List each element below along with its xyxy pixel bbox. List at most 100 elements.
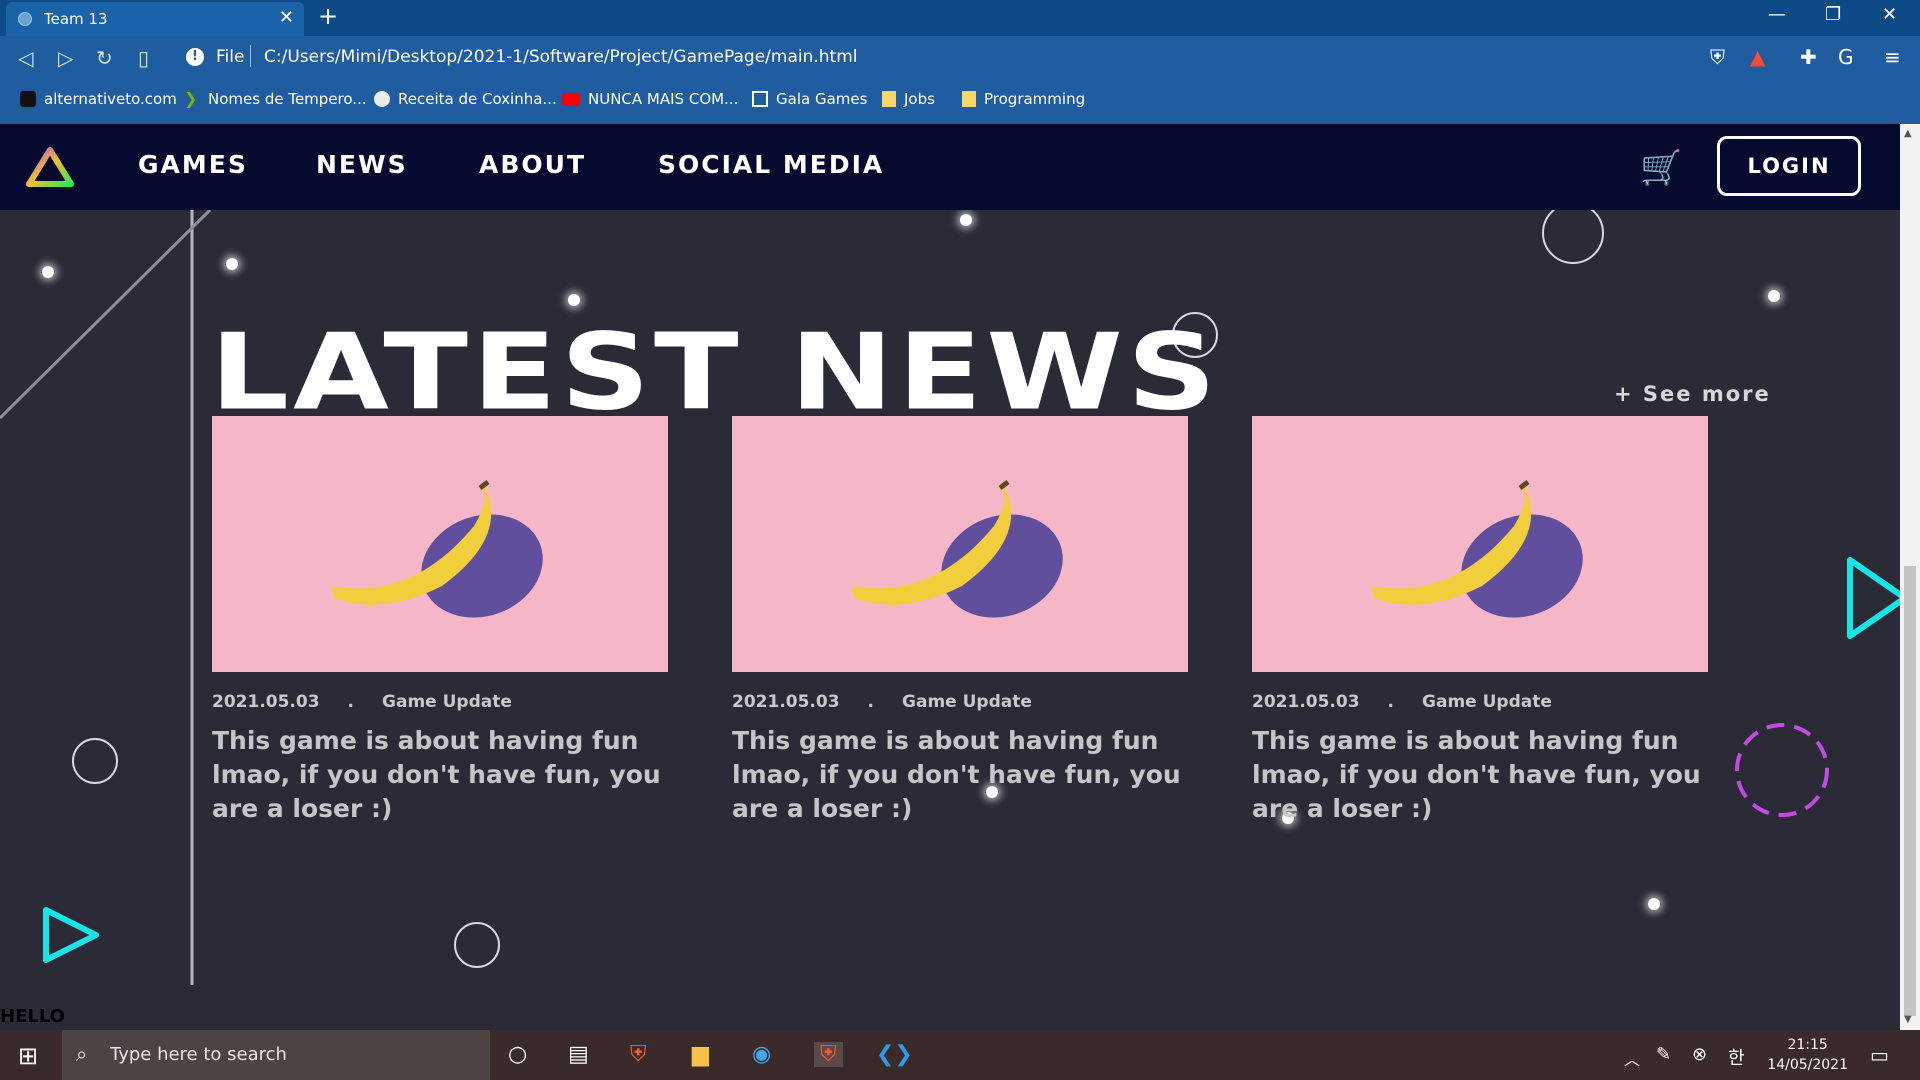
- scrollbar-thumb[interactable]: [1904, 566, 1916, 1016]
- bookmark-item-gala-games[interactable]: Gala Games: [752, 90, 867, 108]
- taskbar-clock[interactable]: 21:15 14/05/2021: [1767, 1035, 1848, 1075]
- bookmark-item-coxinha[interactable]: Receita de Coxinha...: [374, 90, 557, 108]
- folder-icon: [882, 91, 896, 107]
- search-placeholder: Type here to search: [110, 1044, 287, 1065]
- card-date: 2021.05.03: [732, 692, 840, 712]
- back-icon[interactable]: ◁: [18, 46, 33, 70]
- file-explorer-icon[interactable]: ▆: [692, 1042, 709, 1067]
- cortana-icon[interactable]: ○: [508, 1042, 527, 1067]
- brave-browser-icon[interactable]: ⛨: [630, 1042, 647, 1067]
- task-view-icon[interactable]: ▤: [568, 1042, 589, 1067]
- info-icon[interactable]: !: [186, 48, 204, 66]
- url-field[interactable]: C:/Users/Mimi/Desktop/2021-1/Software/Pr…: [264, 47, 858, 67]
- bookmark-label: Programming: [984, 90, 1086, 108]
- profile-icon[interactable]: G: [1838, 45, 1854, 69]
- deco-ring: [454, 922, 500, 968]
- chef-icon: [374, 91, 390, 107]
- card-description: This game is about having fun lmao, if y…: [732, 726, 1181, 823]
- bookmark-item-temperos[interactable]: ❯ Nomes de Tempero...: [184, 90, 367, 108]
- close-window-button[interactable]: ✕: [1882, 4, 1897, 25]
- bookmark-item-alternativeto[interactable]: alternativeto.com: [20, 90, 177, 108]
- reload-icon[interactable]: ↻: [96, 46, 113, 70]
- card-date: 2021.05.03: [212, 692, 320, 712]
- nav-news[interactable]: NEWS: [316, 150, 408, 179]
- folder-icon: [962, 91, 976, 107]
- windows-taskbar: ⊞ ⌕ Type here to search ○ ▤ ⛨ ▆ ◉ ⛨ ❮❯ ︿…: [0, 1030, 1920, 1080]
- scroll-down-icon[interactable]: ▼: [1904, 1014, 1912, 1025]
- card-category: Game Update: [902, 692, 1032, 712]
- site-header: GAMES NEWS ABOUT SOCIAL MEDIA 🛒 LOGIN: [0, 124, 1900, 210]
- extensions-icon[interactable]: ✚: [1800, 45, 1817, 69]
- menu-icon[interactable]: ≡: [1884, 45, 1901, 69]
- taskbar-search[interactable]: ⌕ Type here to search: [62, 1030, 490, 1080]
- chevron-green-icon: ❯: [184, 89, 198, 108]
- sparkle-dot: [960, 214, 972, 226]
- login-button[interactable]: LOGIN: [1717, 136, 1861, 196]
- restore-button[interactable]: ❐: [1825, 4, 1841, 25]
- card-description: This game is about having fun lmao, if y…: [1252, 726, 1701, 823]
- brave-rewards-icon[interactable]: ▲: [1750, 45, 1765, 69]
- close-tab-icon[interactable]: ✕: [279, 7, 294, 28]
- sparkle-dot: [1648, 898, 1660, 910]
- edge-icon[interactable]: ◉: [752, 1042, 771, 1067]
- keyboard-ime-icon[interactable]: 한: [1728, 1044, 1745, 1070]
- news-section: LATEST NEWS + See more 2021.05.03 . Game…: [0, 210, 1900, 1030]
- url-divider: [250, 45, 251, 67]
- url-scheme: File: [216, 47, 245, 67]
- sparkle-dot: [1768, 290, 1780, 302]
- search-icon: ⌕: [76, 1042, 88, 1066]
- windows-start-icon[interactable]: ⊞: [18, 1042, 38, 1070]
- address-bar-row: ◁ ▷ ↻ ▯ ! File C:/Users/Mimi/Desktop/202…: [0, 36, 1920, 97]
- card-category: Game Update: [382, 692, 512, 712]
- alternativeto-icon: [20, 91, 36, 107]
- notifications-icon[interactable]: ▭: [1870, 1043, 1889, 1067]
- tray-chevron-icon[interactable]: ︿: [1624, 1046, 1640, 1070]
- cart-icon[interactable]: 🛒: [1640, 148, 1682, 188]
- bookmark-label: Receita de Coxinha...: [398, 90, 557, 108]
- network-off-icon[interactable]: ⊗: [1692, 1044, 1707, 1065]
- page-scrollbar[interactable]: ▲ ▼: [1900, 124, 1920, 1030]
- banana-image: [732, 416, 1188, 672]
- card-separator: .: [347, 692, 355, 712]
- card-category: Game Update: [1422, 692, 1552, 712]
- browser-tab[interactable]: Team 13 ✕: [6, 2, 304, 36]
- news-card[interactable]: 2021.05.03 . Game Update This game is ab…: [212, 416, 668, 826]
- nav-about[interactable]: ABOUT: [479, 150, 586, 179]
- nav-games[interactable]: GAMES: [138, 150, 248, 179]
- bookmark-label: Jobs: [904, 90, 935, 108]
- bookmark-label: Nomes de Tempero...: [208, 90, 367, 108]
- bookmark-item-nunca-mais[interactable]: NUNCA MAIS COM...: [562, 90, 738, 108]
- nav-social-media[interactable]: SOCIAL MEDIA: [658, 150, 884, 179]
- triangle-logo-icon[interactable]: [26, 146, 74, 188]
- new-tab-button[interactable]: +: [318, 2, 338, 30]
- brave-active-icon[interactable]: ⛨: [814, 1042, 843, 1067]
- card-meta: 2021.05.03 . Game Update: [212, 692, 668, 712]
- scroll-up-icon[interactable]: ▲: [1904, 128, 1912, 139]
- card-separator: .: [1387, 692, 1395, 712]
- news-card[interactable]: 2021.05.03 . Game Update This game is ab…: [1252, 416, 1708, 826]
- pen-icon[interactable]: ✎: [1656, 1044, 1671, 1065]
- see-more-link[interactable]: + See more: [1614, 382, 1771, 406]
- bookmark-label: NUNCA MAIS COM...: [588, 90, 739, 108]
- bookmark-icon[interactable]: ▯: [138, 46, 149, 70]
- card-separator: .: [867, 692, 875, 712]
- banana-image: [212, 416, 668, 672]
- sparkle-dot: [226, 258, 238, 270]
- card-meta: 2021.05.03 . Game Update: [1252, 692, 1708, 712]
- vscode-icon[interactable]: ❮❯: [876, 1042, 913, 1067]
- deco-ring: [72, 738, 118, 784]
- cube-icon: [752, 91, 768, 107]
- browser-tab-strip: Team 13 ✕ + — ❐ ✕: [0, 0, 1920, 36]
- forward-icon[interactable]: ▷: [58, 46, 73, 70]
- card-date: 2021.05.03: [1252, 692, 1360, 712]
- bookmark-label: alternativeto.com: [44, 90, 177, 108]
- minimize-button[interactable]: —: [1768, 4, 1786, 25]
- bookmark-label: Gala Games: [776, 90, 868, 108]
- news-card[interactable]: 2021.05.03 . Game Update This game is ab…: [732, 416, 1188, 826]
- bookmark-item-programming[interactable]: Programming: [962, 90, 1085, 108]
- banana-image: [1252, 416, 1708, 672]
- card-meta: 2021.05.03 . Game Update: [732, 692, 1188, 712]
- brave-shield-icon[interactable]: ⛨: [1710, 45, 1725, 69]
- bookmark-item-jobs[interactable]: Jobs: [882, 90, 935, 108]
- sparkle-dot: [568, 294, 580, 306]
